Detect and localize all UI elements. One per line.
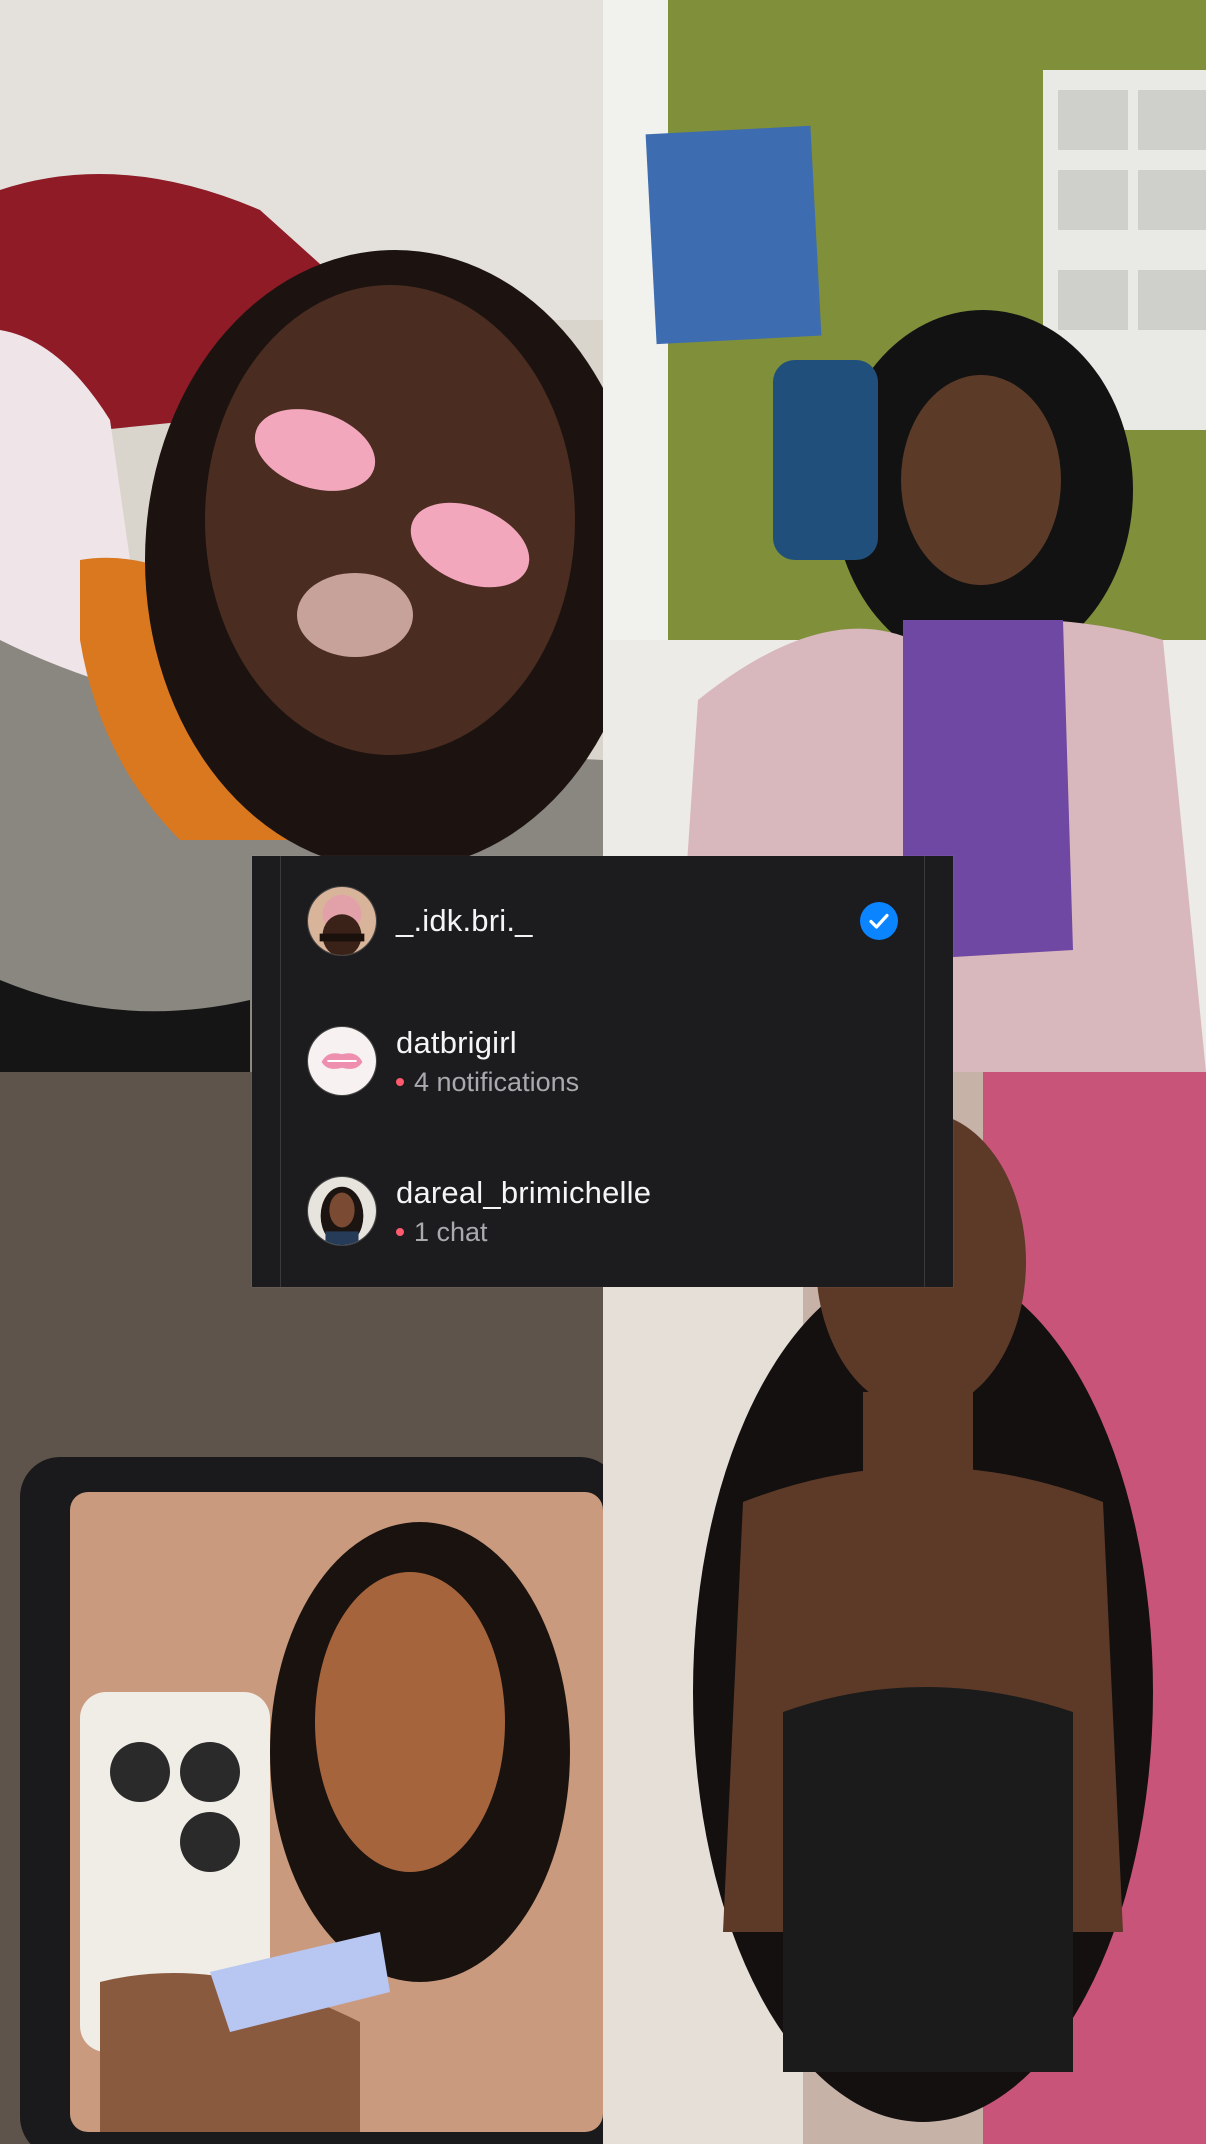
account-status-text: 4 notifications — [414, 1067, 580, 1097]
account-status: 1 chat — [396, 1216, 651, 1248]
panel-divider-right — [924, 856, 925, 1287]
account-status: 4 notifications — [396, 1066, 579, 1098]
account-status-text: 1 chat — [414, 1217, 488, 1247]
notification-dot-icon — [396, 1228, 404, 1236]
checkmark-circle-icon — [860, 902, 898, 940]
pink-logo-avatar — [307, 1026, 377, 1096]
notification-dot-icon — [396, 1078, 404, 1086]
profile-photo-avatar — [307, 886, 377, 956]
account-text: datbrigirl 4 notifications — [396, 1024, 579, 1098]
profile-photo-avatar — [307, 1176, 377, 1246]
account-username: dareal_brimichelle — [396, 1175, 652, 1210]
account-switcher-panel: _.idk.bri._ datbrigirl 4 notifications d… — [252, 856, 953, 1287]
account-row-idk-bri[interactable]: _.idk.bri._ — [281, 856, 924, 986]
account-username: datbrigirl — [396, 1025, 517, 1060]
profile-collage-screen: _.idk.bri._ datbrigirl 4 notifications d… — [0, 0, 1206, 2144]
account-row-dareal-brimichelle[interactable]: dareal_brimichelle 1 chat — [281, 1136, 924, 1286]
account-row-datbrigirl[interactable]: datbrigirl 4 notifications — [281, 987, 924, 1135]
account-text: dareal_brimichelle 1 chat — [396, 1174, 651, 1248]
account-text: _.idk.bri._ — [396, 902, 533, 940]
account-username: _.idk.bri._ — [396, 903, 533, 938]
